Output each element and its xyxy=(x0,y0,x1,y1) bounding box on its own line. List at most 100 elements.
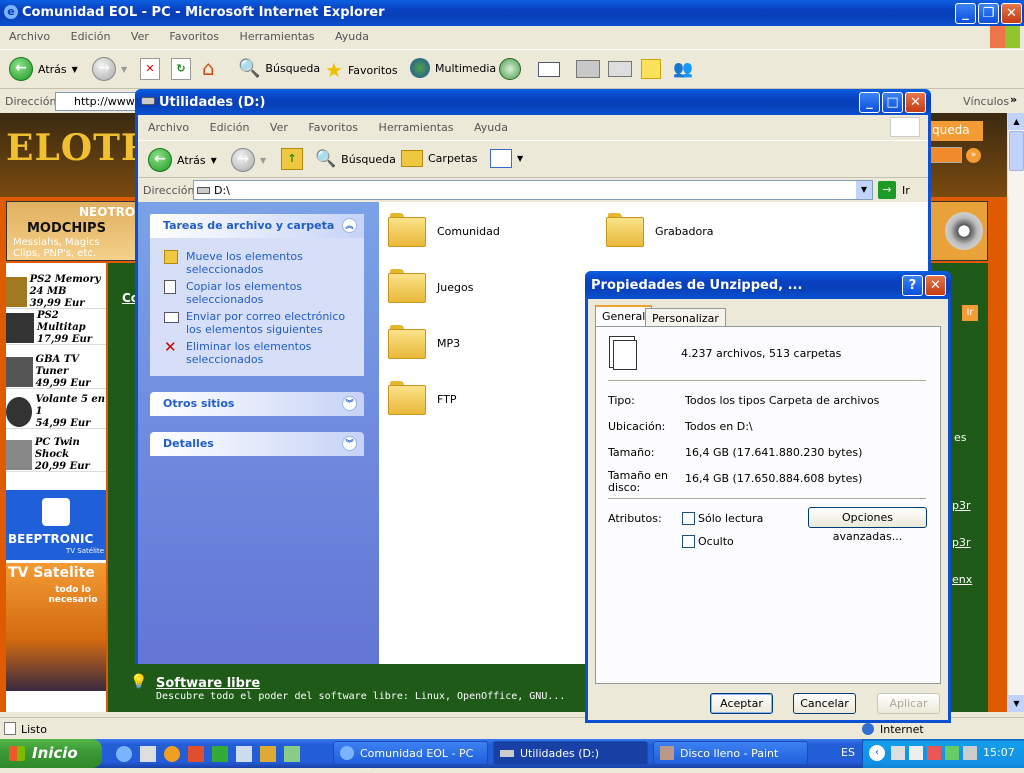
ie-quicklaunch-icon[interactable] xyxy=(116,746,132,762)
ie-menu-edicion[interactable]: Edición xyxy=(71,30,111,43)
ie-search-button[interactable]: 🔍 Búsqueda xyxy=(238,58,320,79)
ok-button[interactable]: Aceptar xyxy=(710,693,773,714)
other-places-panel[interactable]: Otros sitios ︾ xyxy=(150,392,364,416)
side-label-4[interactable]: enx xyxy=(952,573,972,586)
folder-item-ftp[interactable]: FTP xyxy=(388,381,528,417)
history-icon[interactable] xyxy=(499,58,521,80)
ie-menu-archivo[interactable]: Archivo xyxy=(9,30,50,43)
advanced-options-button[interactable]: Opciones avanzadas... xyxy=(808,507,927,543)
explorer-forward-button[interactable]: → ▼ xyxy=(231,148,266,172)
folder-item-mp3[interactable]: MP3 xyxy=(388,325,528,361)
dialog-close-button[interactable]: ✕ xyxy=(925,275,946,296)
discuss-icon[interactable] xyxy=(641,59,661,79)
cd-banner[interactable] xyxy=(930,201,988,261)
edit-icon[interactable] xyxy=(608,61,632,77)
taskbar-button-explorer[interactable]: Utilidades (D:) xyxy=(493,741,648,765)
ie-restore-button[interactable]: ❐ xyxy=(978,3,999,24)
product-ad-ps2-memory[interactable]: PS2 Memory 24 MB 39,99 Eur xyxy=(6,274,106,309)
refresh-icon[interactable]: ↻ xyxy=(171,58,191,80)
ie-media-button[interactable]: Multimedia xyxy=(410,58,496,78)
apply-button[interactable]: Aplicar xyxy=(877,693,940,714)
explorer-menu-favoritos[interactable]: Favoritos xyxy=(308,121,358,134)
address-dropdown-icon[interactable]: ▼ xyxy=(856,181,872,199)
links-chevron-icon[interactable]: » xyxy=(1010,93,1017,106)
software-libre-link[interactable]: Software libre xyxy=(156,676,260,691)
cancel-button[interactable]: Cancelar xyxy=(793,693,856,714)
details-chevron-icon[interactable]: ︾ xyxy=(342,436,357,451)
taskbar-button-ie[interactable]: Comunidad EOL - PC ... xyxy=(333,741,488,773)
explorer-menu-herramientas[interactable]: Herramientas xyxy=(379,121,454,134)
tray-icon-2[interactable] xyxy=(909,746,923,760)
ie-menu-ver[interactable]: Ver xyxy=(131,30,149,43)
readonly-label[interactable]: Sólo lectura xyxy=(698,512,763,525)
scroll-up-icon[interactable]: ▲ xyxy=(1008,113,1024,130)
folder-item-grabadora[interactable]: Grabadora xyxy=(606,213,746,249)
ie-menu-herramientas[interactable]: Herramientas xyxy=(240,30,315,43)
folder-item-comunidad[interactable]: Comunidad xyxy=(388,213,528,249)
tool-quicklaunch-icon[interactable] xyxy=(260,746,276,762)
tv-satelite-ad[interactable]: TV Satelite todo lo necesario xyxy=(6,563,106,691)
tray-icon-4[interactable] xyxy=(945,746,959,760)
ie-menu-favoritos[interactable]: Favoritos xyxy=(169,30,219,43)
ie-forward-button[interactable]: → ▼ xyxy=(92,57,127,81)
ie-titlebar[interactable]: e Comunidad EOL - PC - Microsoft Interne… xyxy=(0,0,1024,26)
scroll-down-icon[interactable]: ▼ xyxy=(1008,695,1024,712)
mail-icon[interactable] xyxy=(538,62,560,77)
winamp-quicklaunch-icon[interactable] xyxy=(212,746,228,762)
tray-icon-1[interactable] xyxy=(891,746,905,760)
hidden-checkbox[interactable] xyxy=(682,535,695,548)
explorer-menu-ayuda[interactable]: Ayuda xyxy=(474,121,508,134)
side-label-3[interactable]: p3r xyxy=(952,536,971,549)
explorer-menu-archivo[interactable]: Archivo xyxy=(148,121,189,134)
explorer-back-button[interactable]: ← Atrás ▼ xyxy=(148,148,217,172)
ie-close-button[interactable]: ✕ xyxy=(1001,3,1022,24)
file-tasks-header[interactable]: Tareas de archivo y carpeta ︽ xyxy=(150,214,364,238)
stop-icon[interactable]: ✕ xyxy=(140,58,160,80)
product-ad-twin-shock[interactable]: PC Twin Shock 20,99 Eur xyxy=(6,437,106,472)
tray-icon-3[interactable] xyxy=(927,746,941,760)
explorer-go-button[interactable]: → Ir xyxy=(878,180,918,200)
readonly-checkbox[interactable] xyxy=(682,512,695,525)
hidden-label[interactable]: Oculto xyxy=(698,535,734,548)
explorer-address-input[interactable]: D:\ ▼ xyxy=(193,180,873,200)
explorer-menu-ver[interactable]: Ver xyxy=(270,121,288,134)
ie-address-input[interactable]: http://www. xyxy=(55,92,145,111)
taskbar-button-paint[interactable]: Disco lleno - Paint xyxy=(653,741,808,765)
dialog-help-button[interactable]: ? xyxy=(902,275,923,296)
window-quicklaunch-icon[interactable] xyxy=(236,746,252,762)
app-quicklaunch-icon[interactable] xyxy=(188,746,204,762)
ie-vertical-scrollbar[interactable]: ▲ ▼ xyxy=(1007,113,1024,712)
scroll-thumb[interactable] xyxy=(1009,131,1024,171)
explorer-close-button[interactable]: ✕ xyxy=(905,92,926,113)
product-ad-ps2-multitap[interactable]: PS2 Multitap 17,99 Eur xyxy=(6,310,106,345)
explorer-folders-button[interactable]: Carpetas xyxy=(401,150,477,167)
tray-expand-icon[interactable]: ‹ xyxy=(869,745,885,761)
dialog-titlebar[interactable]: Propiedades de Unzipped, ... ? ✕ xyxy=(585,271,951,299)
language-indicator[interactable]: ES xyxy=(841,746,855,759)
start-button[interactable]: Inicio xyxy=(0,739,102,768)
explorer-minimize-button[interactable]: _ xyxy=(859,92,880,113)
tab-personalizar[interactable]: Personalizar xyxy=(645,308,726,328)
site-go-button[interactable]: Ir xyxy=(962,305,978,321)
paint-quicklaunch-icon[interactable] xyxy=(284,746,300,762)
product-ad-volante[interactable]: Volante 5 en 1 54,99 Eur xyxy=(6,394,106,429)
modchips-banner[interactable]: NEOTRO MODCHIPS Messiahs, Magics Clips, … xyxy=(6,201,136,261)
details-panel[interactable]: Detalles ︾ xyxy=(150,432,364,456)
ie-minimize-button[interactable]: _ xyxy=(955,3,976,24)
tray-icon-5[interactable] xyxy=(963,746,977,760)
ie-favorites-button[interactable]: ★ Favoritos xyxy=(325,58,398,82)
ie-links-label[interactable]: Vínculos xyxy=(963,95,1009,108)
clock[interactable]: 15:07 xyxy=(983,746,1015,759)
site-select[interactable] xyxy=(930,147,962,163)
side-label-2[interactable]: p3r xyxy=(952,499,971,512)
home-icon[interactable]: ⌂ xyxy=(202,57,226,81)
explorer-menu-edicion[interactable]: Edición xyxy=(210,121,250,134)
folder-item-juegos[interactable]: Juegos xyxy=(388,269,528,305)
product-ad-gba-tuner[interactable]: GBA TV Tuner 49,99 Eur xyxy=(6,354,106,389)
collapse-chevron-icon[interactable]: ︽ xyxy=(342,218,357,233)
tab-general[interactable]: General xyxy=(595,305,653,327)
expand-chevron-icon[interactable]: ︾ xyxy=(342,396,357,411)
messenger-icon[interactable]: 👥 xyxy=(673,59,695,79)
site-go-icon[interactable]: » xyxy=(966,148,981,163)
folder-up-icon[interactable]: ↑ xyxy=(281,148,303,170)
